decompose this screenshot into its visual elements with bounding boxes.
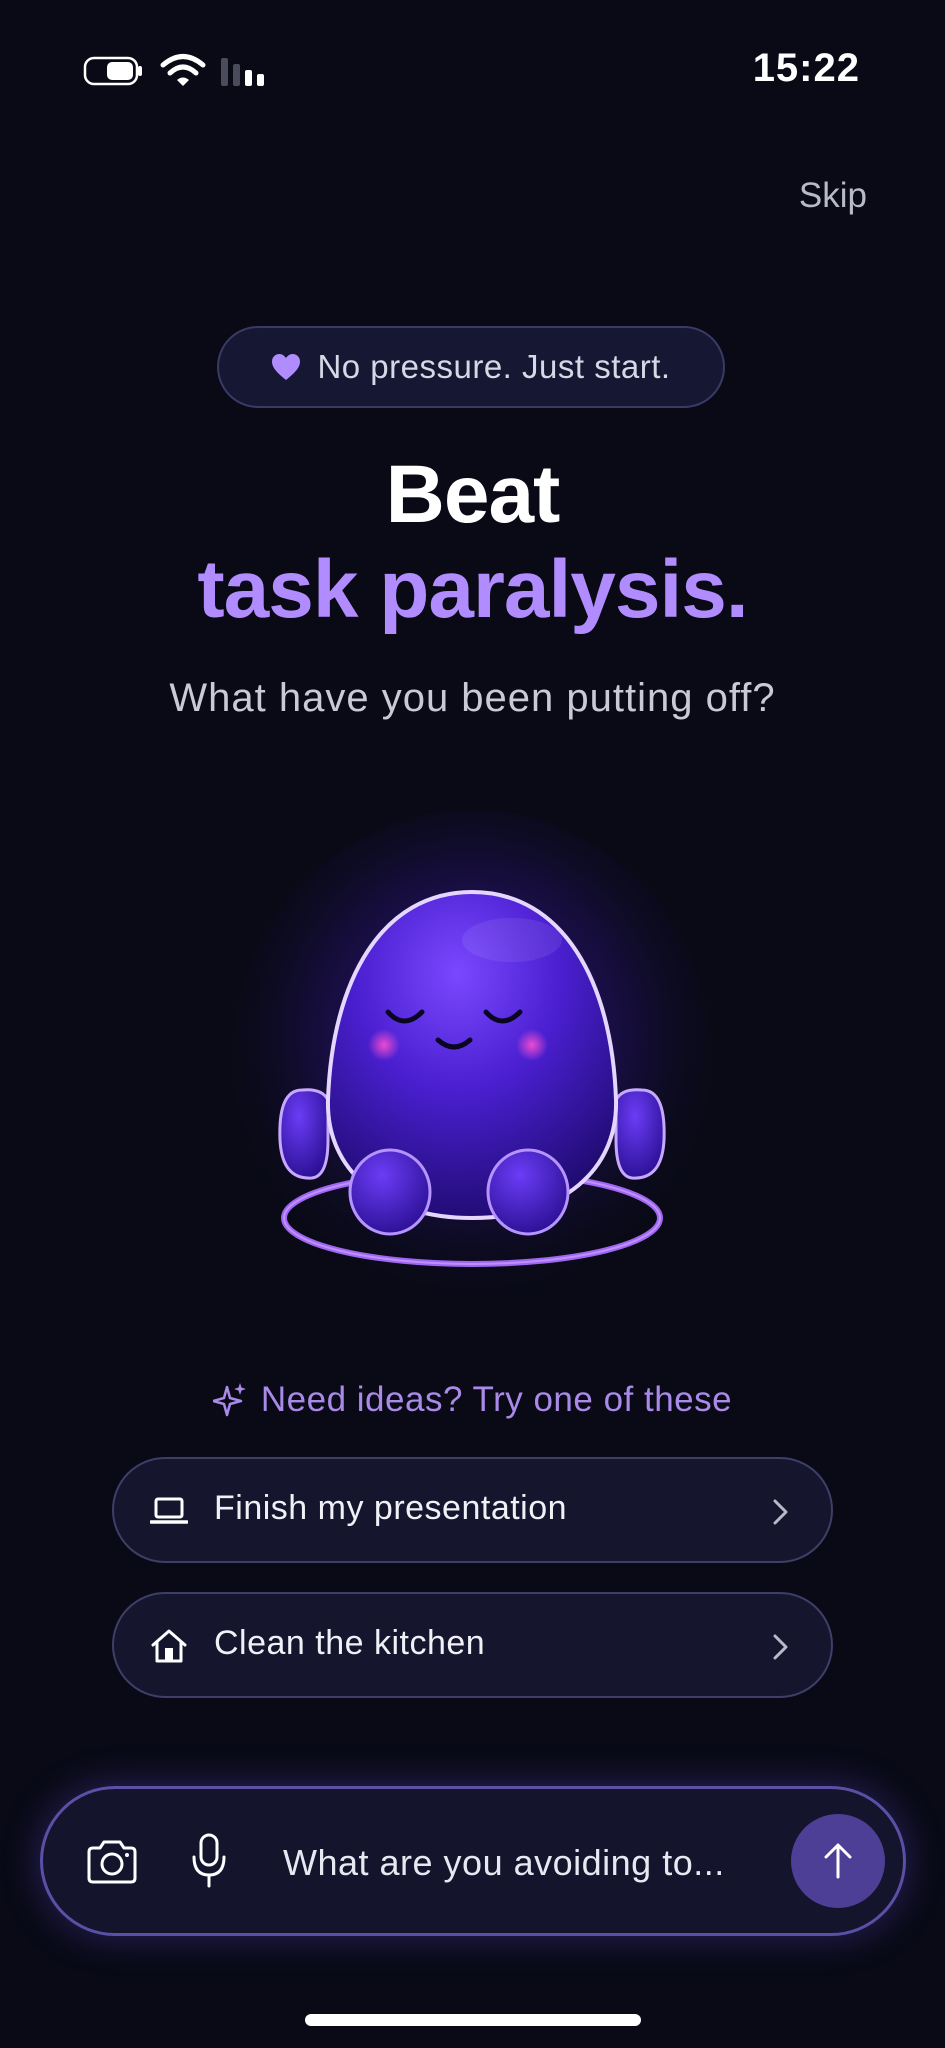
page-title-highlight: task paralysis. — [197, 544, 748, 635]
house-icon — [151, 1629, 187, 1663]
status-time: 15:22 — [752, 46, 860, 90]
task-composer — [40, 1786, 906, 1936]
task-input[interactable] — [283, 1829, 803, 1897]
ideas-heading-text: Need ideas? Try one of these — [260, 1380, 733, 1419]
page-subtitle: What have you been putting off? — [169, 676, 776, 720]
sparkle-icon — [212, 1383, 246, 1417]
suggestion-finish-presentation[interactable]: Finish my presentation — [112, 1457, 833, 1563]
page-title: Beat — [385, 449, 561, 540]
suggestion-label: Clean the kitchen — [214, 1624, 486, 1662]
send-button[interactable] — [791, 1814, 885, 1908]
battery-icon — [83, 56, 142, 86]
suggestion-clean-kitchen[interactable]: Clean the kitchen — [112, 1592, 833, 1698]
heart-icon — [272, 354, 301, 380]
onboarding-screen: 15:22 Skip No pressure. Just start. Beat… — [0, 0, 945, 2048]
ideas-heading: Need ideas? Try one of these — [0, 1380, 945, 1420]
camera-icon[interactable] — [85, 1839, 139, 1885]
encouragement-badge: No pressure. Just start. — [217, 326, 725, 408]
home-indicator — [305, 2014, 641, 2026]
badge-text: No pressure. Just start. — [317, 348, 671, 385]
wifi-icon — [160, 54, 206, 86]
cellular-signal-icon — [221, 58, 264, 86]
microphone-icon[interactable] — [191, 1833, 227, 1889]
arrow-up-icon — [824, 1843, 852, 1879]
suggestion-label: Finish my presentation — [214, 1489, 568, 1527]
chevron-right-icon — [773, 1499, 788, 1525]
chevron-right-icon — [773, 1634, 788, 1660]
skip-button[interactable]: Skip — [799, 176, 867, 216]
status-bar: 15:22 — [0, 40, 945, 100]
laptop-icon — [150, 1497, 188, 1524]
mascot-illustration — [232, 810, 712, 1310]
